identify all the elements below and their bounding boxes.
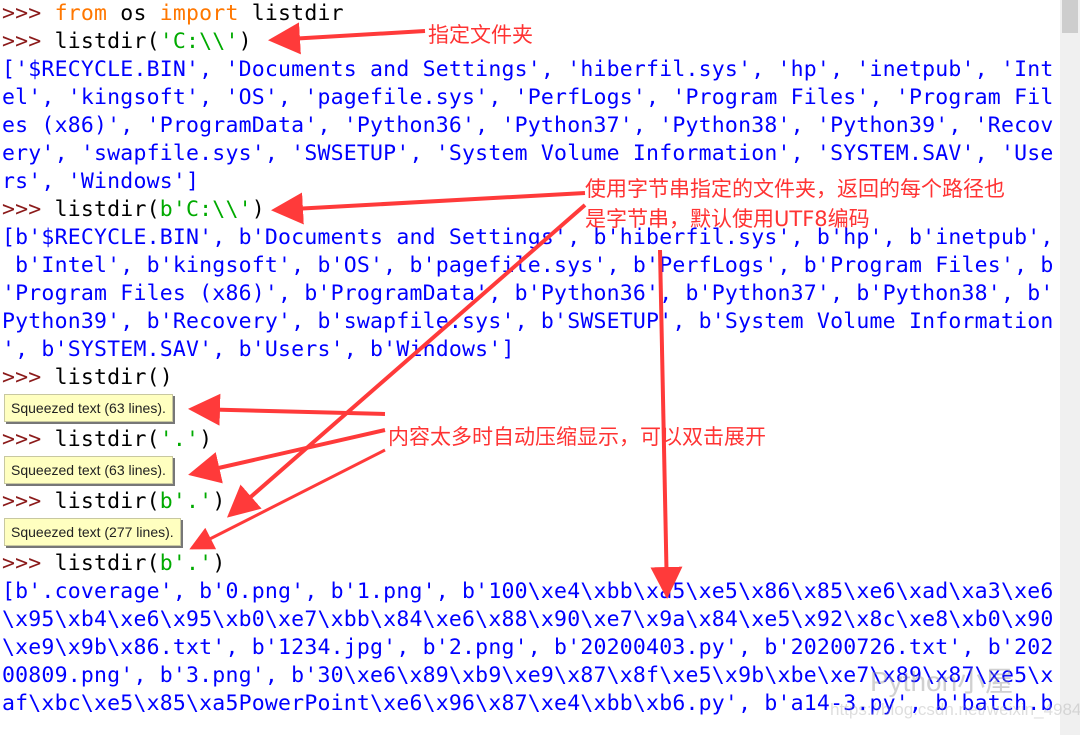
input-line: >>> listdir() bbox=[2, 364, 173, 392]
output-line: rs', 'Windows'] bbox=[2, 169, 200, 194]
input-line: >>> listdir('.') bbox=[2, 426, 212, 454]
keyword: import bbox=[159, 1, 239, 26]
input-line: >>> listdir(b'.') bbox=[2, 550, 225, 578]
output-line: ', b'SYSTEM.SAV', b'Users', b'Windows'] bbox=[2, 337, 515, 362]
prompt: >>> bbox=[2, 551, 55, 576]
annotation-bytes-folder-line2: 是字节串，默认使用UTF8编码 bbox=[585, 207, 870, 231]
squeezed-text-button[interactable]: Squeezed text (63 lines). bbox=[4, 456, 173, 484]
annotation-bytes-folder-line1: 使用字节串指定的文件夹，返回的每个路径也 bbox=[585, 177, 1005, 201]
code-text: os bbox=[107, 1, 160, 26]
code-text: listdir( bbox=[54, 427, 160, 452]
output-line: el', 'kingsoft', 'OS', 'pagefile.sys', '… bbox=[2, 85, 1054, 110]
prompt: >>> bbox=[2, 365, 55, 390]
code-text: listdir( bbox=[54, 489, 160, 514]
watermark-brand: Python小屋 bbox=[870, 666, 1014, 697]
prompt: >>> bbox=[2, 489, 55, 514]
prompt: >>> bbox=[2, 29, 55, 54]
input-line: >>> from os import listdir bbox=[2, 0, 344, 28]
code-text: ) bbox=[251, 197, 265, 222]
string-literal: 'C:\\' bbox=[159, 29, 239, 54]
prompt: >>> bbox=[2, 427, 55, 452]
string-literal: b'.' bbox=[159, 551, 213, 576]
squeezed-text-button[interactable]: Squeezed text (277 lines). bbox=[4, 518, 181, 546]
output-line: [b'$RECYCLE.BIN', b'Documents and Settin… bbox=[2, 225, 1054, 250]
code-text: ) bbox=[199, 427, 213, 452]
output-line: Python39', b'Recovery', b'swapfile.sys',… bbox=[2, 309, 1054, 334]
output-line: 'Program Files (x86)', b'ProgramData', b… bbox=[2, 281, 1054, 306]
input-line: >>> listdir('C:\\') bbox=[2, 28, 252, 56]
code-text: ) bbox=[212, 489, 226, 514]
squeezed-text-button[interactable]: Squeezed text (63 lines). bbox=[4, 394, 173, 422]
prompt: >>> bbox=[2, 1, 55, 26]
annotation-squeezed-note: 内容太多时自动压缩显示，可以双击展开 bbox=[388, 425, 766, 449]
python-idle-shell[interactable]: >>> from os import listdir >>> listdir('C… bbox=[0, 0, 1060, 735]
watermark-url: https://blog.csdn.net/weixin_49845590 bbox=[830, 700, 1080, 719]
code-text: listdir() bbox=[54, 365, 173, 390]
string-literal: '.' bbox=[159, 427, 200, 452]
output-line: es (x86)', 'ProgramData', 'Python36', 'P… bbox=[2, 113, 1054, 138]
output-line: \x95\xb4\xe6\x95\xb0\xe7\xbb\x84\xe6\x88… bbox=[2, 607, 1054, 632]
code-text: ) bbox=[238, 29, 252, 54]
string-literal: b'C:\\' bbox=[159, 197, 252, 222]
scrollbar-thumb[interactable] bbox=[1062, 0, 1078, 33]
input-line: >>> listdir(b'.') bbox=[2, 488, 225, 516]
annotation-specify-folder: 指定文件夹 bbox=[428, 23, 533, 47]
code-text: listdir( bbox=[54, 29, 160, 54]
code-text: listdir( bbox=[54, 551, 160, 576]
output-line: [b'.coverage', b'0.png', b'1.png', b'100… bbox=[2, 579, 1054, 604]
string-literal: b'.' bbox=[159, 489, 213, 514]
code-text: listdir( bbox=[54, 197, 160, 222]
code-text: listdir bbox=[238, 1, 344, 26]
input-line: >>> listdir(b'C:\\') bbox=[2, 196, 265, 224]
prompt: >>> bbox=[2, 197, 55, 222]
code-text: ) bbox=[212, 551, 226, 576]
vertical-scrollbar[interactable] bbox=[1060, 0, 1080, 735]
output-line: b'Intel', b'kingsoft', b'OS', b'pagefile… bbox=[2, 253, 1054, 278]
keyword: from bbox=[54, 1, 108, 26]
output-line: \xe9\x9b\x86.txt', b'1234.jpg', b'2.png'… bbox=[2, 635, 1054, 660]
output-line: ['$RECYCLE.BIN', 'Documents and Settings… bbox=[2, 57, 1054, 82]
output-line: ery', 'swapfile.sys', 'SWSETUP', 'System… bbox=[2, 141, 1054, 166]
